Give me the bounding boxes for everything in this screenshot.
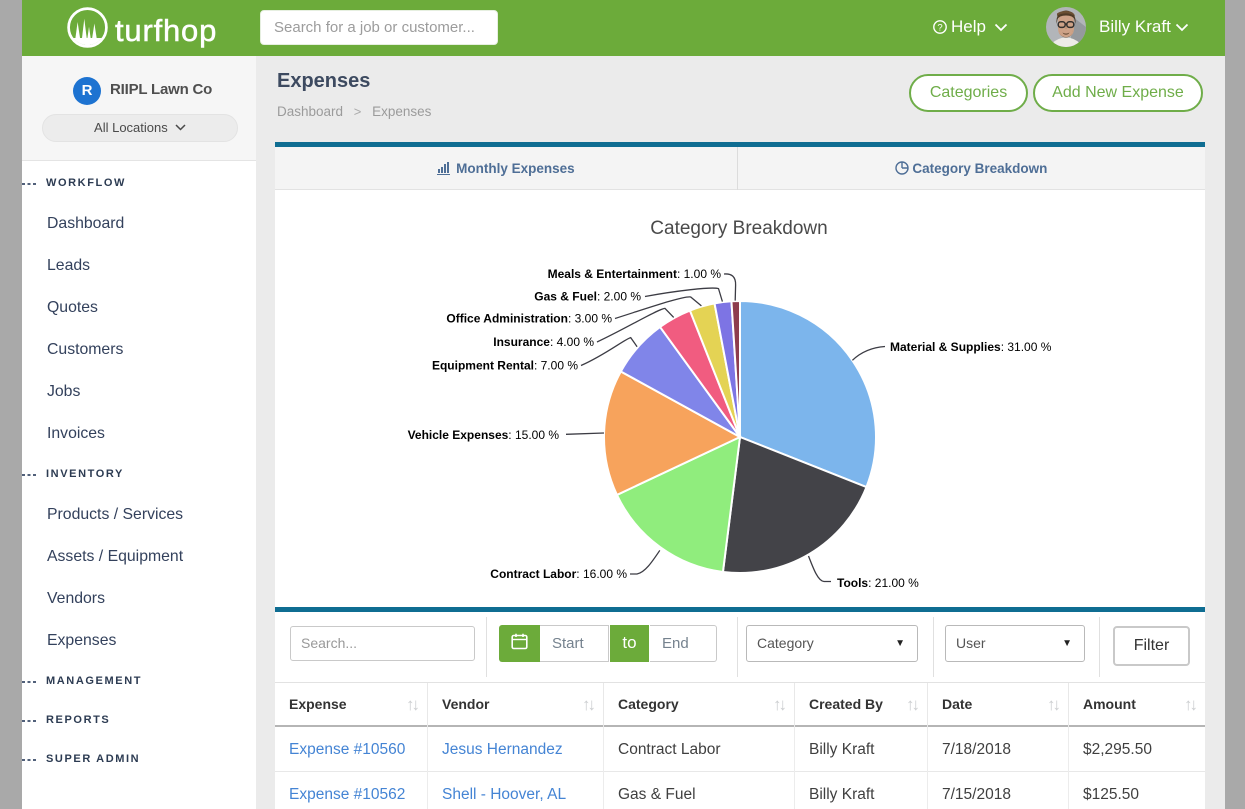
svg-text:Meals & Entertainment: 1.00 %: Meals & Entertainment: 1.00 %: [548, 267, 722, 281]
svg-text:Category Breakdown: Category Breakdown: [650, 218, 827, 239]
svg-text:Contract Labor: 16.00 %: Contract Labor: 16.00 %: [490, 567, 627, 581]
svg-text:Insurance: 4.00 %: Insurance: 4.00 %: [493, 335, 594, 349]
svg-text:Gas & Fuel: 2.00 %: Gas & Fuel: 2.00 %: [534, 290, 641, 304]
svg-text:Vehicle Expenses: 15.00 %: Vehicle Expenses: 15.00 %: [408, 428, 560, 442]
svg-text:Tools: 21.00 %: Tools: 21.00 %: [837, 576, 919, 590]
svg-text:Office Administration: 3.00 %: Office Administration: 3.00 %: [446, 312, 612, 326]
svg-text:?: ?: [937, 22, 942, 33]
svg-text:Equipment Rental: 7.00 %: Equipment Rental: 7.00 %: [432, 359, 578, 373]
svg-text:Material & Supplies: 31.00 %: Material & Supplies: 31.00 %: [890, 340, 1052, 354]
